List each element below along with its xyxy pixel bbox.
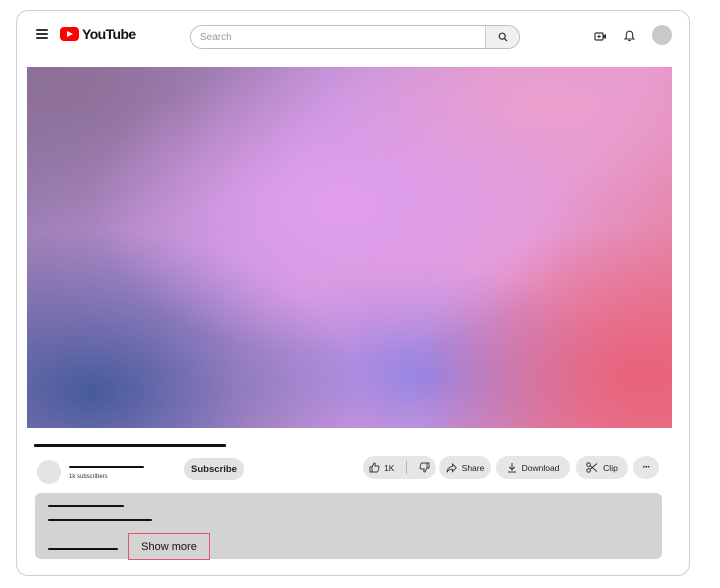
download-icon	[507, 463, 516, 473]
search-bar	[190, 25, 520, 49]
share-icon	[446, 462, 457, 473]
like-divider	[406, 461, 408, 474]
like-button[interactable]: 1K	[369, 462, 394, 473]
create-video-icon[interactable]	[592, 28, 608, 44]
show-more-button[interactable]: Show more	[128, 533, 210, 560]
thumbs-up-icon	[369, 462, 380, 473]
subscribe-button[interactable]: Subscribe	[184, 458, 244, 480]
more-actions-button[interactable]: ···	[633, 456, 659, 479]
bell-icon[interactable]	[621, 28, 637, 44]
clip-button[interactable]: Clip	[576, 456, 628, 479]
search-icon	[498, 32, 507, 42]
logo-text: YouTube	[82, 26, 136, 42]
menu-icon[interactable]	[36, 29, 48, 39]
subscriber-count: 1k subscribers	[69, 474, 108, 480]
channel-name-placeholder[interactable]	[69, 466, 144, 468]
download-label: Download	[521, 462, 560, 473]
video-title-placeholder	[34, 444, 226, 447]
more-icon: ···	[642, 462, 651, 473]
clip-label: Clip	[603, 462, 618, 473]
search-button[interactable]	[485, 26, 519, 48]
description-line	[48, 548, 118, 550]
description-line	[48, 519, 152, 521]
like-dislike-group: 1K	[363, 456, 436, 479]
youtube-logo[interactable]: YouTube	[60, 26, 136, 42]
thumbs-down-icon	[419, 462, 430, 473]
like-count: 1K	[384, 462, 395, 473]
dislike-button[interactable]	[419, 462, 430, 473]
download-button[interactable]: Download	[496, 456, 570, 479]
youtube-play-icon	[60, 27, 79, 41]
video-player[interactable]	[27, 67, 672, 428]
share-label: Share	[461, 462, 485, 473]
description-line	[48, 505, 124, 507]
user-avatar[interactable]	[652, 25, 672, 45]
channel-avatar[interactable]	[37, 460, 61, 484]
share-button[interactable]: Share	[439, 456, 491, 479]
search-input[interactable]	[191, 26, 485, 48]
scissors-icon	[586, 462, 598, 473]
